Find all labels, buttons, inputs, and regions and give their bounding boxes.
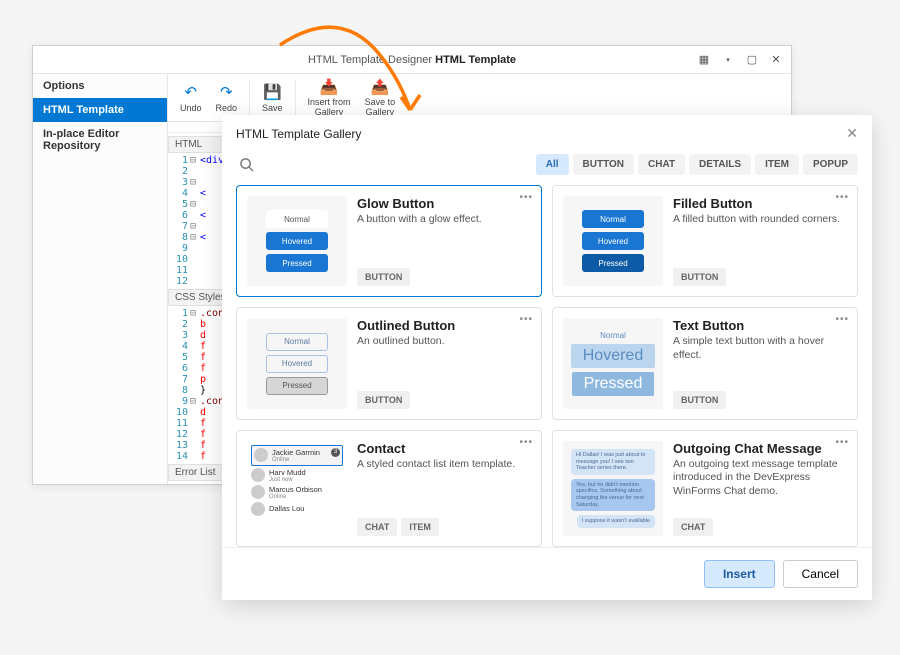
card-more-icon[interactable]: ••• bbox=[519, 314, 533, 325]
card-preview: Hi Dallas! I was just about to message y… bbox=[563, 441, 663, 536]
insert-from-gallery-button[interactable]: 📥Insert from Gallery bbox=[302, 75, 357, 121]
card-title: Outgoing Chat Message bbox=[673, 441, 847, 456]
save-button[interactable]: 💾Save bbox=[256, 80, 289, 116]
dialog-title: HTML Template Gallery bbox=[236, 127, 361, 141]
card-desc: An outgoing text message template introd… bbox=[673, 458, 847, 499]
card-title: Glow Button bbox=[357, 196, 531, 211]
filter-tab-button[interactable]: BUTTON bbox=[573, 154, 634, 175]
save-to-icon: 📤 bbox=[370, 78, 389, 96]
card-title: Outlined Button bbox=[357, 318, 531, 333]
layout-icon[interactable]: ▦ bbox=[692, 50, 716, 70]
dialog-close-button[interactable]: ✕ bbox=[846, 125, 858, 142]
titlebar: HTML Template Designer HTML Template ▦ ▾… bbox=[33, 46, 791, 74]
sidebar-options[interactable]: Options bbox=[33, 74, 167, 98]
card-contact[interactable]: ••• Jackie GarminOnline3 Harv MuddJust no… bbox=[236, 430, 542, 547]
sidebar-html-template[interactable]: HTML Template bbox=[33, 98, 167, 122]
card-preview: Normal Hovered Pressed bbox=[563, 318, 663, 408]
insert-icon: 📥 bbox=[320, 78, 339, 96]
card-more-icon[interactable]: ••• bbox=[835, 314, 849, 325]
card-preview: Normal Hovered Pressed bbox=[247, 318, 347, 408]
card-filled-button[interactable]: ••• Normal Hovered Pressed Filled Button… bbox=[552, 185, 858, 297]
filter-tab-item[interactable]: ITEM bbox=[755, 154, 799, 175]
card-more-icon[interactable]: ••• bbox=[519, 192, 533, 203]
card-desc: A filled button with rounded corners. bbox=[673, 213, 847, 227]
card-text-button[interactable]: ••• Normal Hovered Pressed Text Button A… bbox=[552, 307, 858, 419]
card-glow-button[interactable]: ••• Normal Hovered Pressed Glow Button A… bbox=[236, 185, 542, 297]
contact-row: Marcus OrbisonOnline bbox=[251, 485, 343, 500]
filter-tab-chat[interactable]: CHAT bbox=[638, 154, 685, 175]
contact-row: Jackie GarminOnline3 bbox=[251, 445, 343, 466]
card-desc: An outlined button. bbox=[357, 335, 531, 349]
close-icon[interactable]: ✕ bbox=[764, 50, 788, 70]
gallery-dialog: HTML Template Gallery ✕ AllBUTTONCHATDET… bbox=[222, 115, 872, 600]
dropdown-icon[interactable]: ▾ bbox=[716, 50, 740, 70]
card-title: Contact bbox=[357, 441, 531, 456]
maximize-icon[interactable]: ▢ bbox=[740, 50, 764, 70]
contact-row: Dallas Lou bbox=[251, 502, 343, 516]
card-preview: Jackie GarminOnline3 Harv MuddJust now Mar… bbox=[247, 441, 347, 536]
filter-tab-all[interactable]: All bbox=[536, 154, 569, 175]
search-icon[interactable] bbox=[236, 155, 256, 175]
card-more-icon[interactable]: ••• bbox=[519, 437, 533, 448]
card-outlined-button[interactable]: ••• Normal Hovered Pressed Outlined Butt… bbox=[236, 307, 542, 419]
insert-button[interactable]: Insert bbox=[704, 560, 775, 588]
card-title: Filled Button bbox=[673, 196, 847, 211]
card-desc: A button with a glow effect. bbox=[357, 213, 531, 227]
filter-tab-popup[interactable]: POPUP bbox=[803, 154, 858, 175]
title-text: HTML Template Designer HTML Template bbox=[308, 54, 516, 66]
card-preview: Normal Hovered Pressed bbox=[247, 196, 347, 286]
undo-button[interactable]: ↶Undo bbox=[174, 80, 208, 116]
contact-row: Harv MuddJust now bbox=[251, 468, 343, 483]
card-more-icon[interactable]: ••• bbox=[835, 437, 849, 448]
gallery-grid: ••• Normal Hovered Pressed Glow Button A… bbox=[222, 185, 872, 547]
filter-tabs: AllBUTTONCHATDETAILSITEMPOPUP bbox=[536, 154, 858, 175]
cancel-button[interactable]: Cancel bbox=[783, 560, 858, 588]
redo-button[interactable]: ↷Redo bbox=[210, 80, 244, 116]
card-chat-message[interactable]: ••• Hi Dallas! I was just about to messa… bbox=[552, 430, 858, 547]
options-sidebar: Options HTML Template In-place Editor Re… bbox=[33, 74, 168, 484]
card-more-icon[interactable]: ••• bbox=[835, 192, 849, 203]
save-to-gallery-button[interactable]: 📤Save to Gallery bbox=[359, 75, 402, 121]
sidebar-editor-repo[interactable]: In-place Editor Repository bbox=[33, 122, 167, 158]
card-preview: Normal Hovered Pressed bbox=[563, 196, 663, 286]
card-title: Text Button bbox=[673, 318, 847, 333]
card-desc: A simple text button with a hover effect… bbox=[673, 335, 847, 362]
filter-tab-details[interactable]: DETAILS bbox=[689, 154, 751, 175]
card-desc: A styled contact list item template. bbox=[357, 458, 531, 472]
